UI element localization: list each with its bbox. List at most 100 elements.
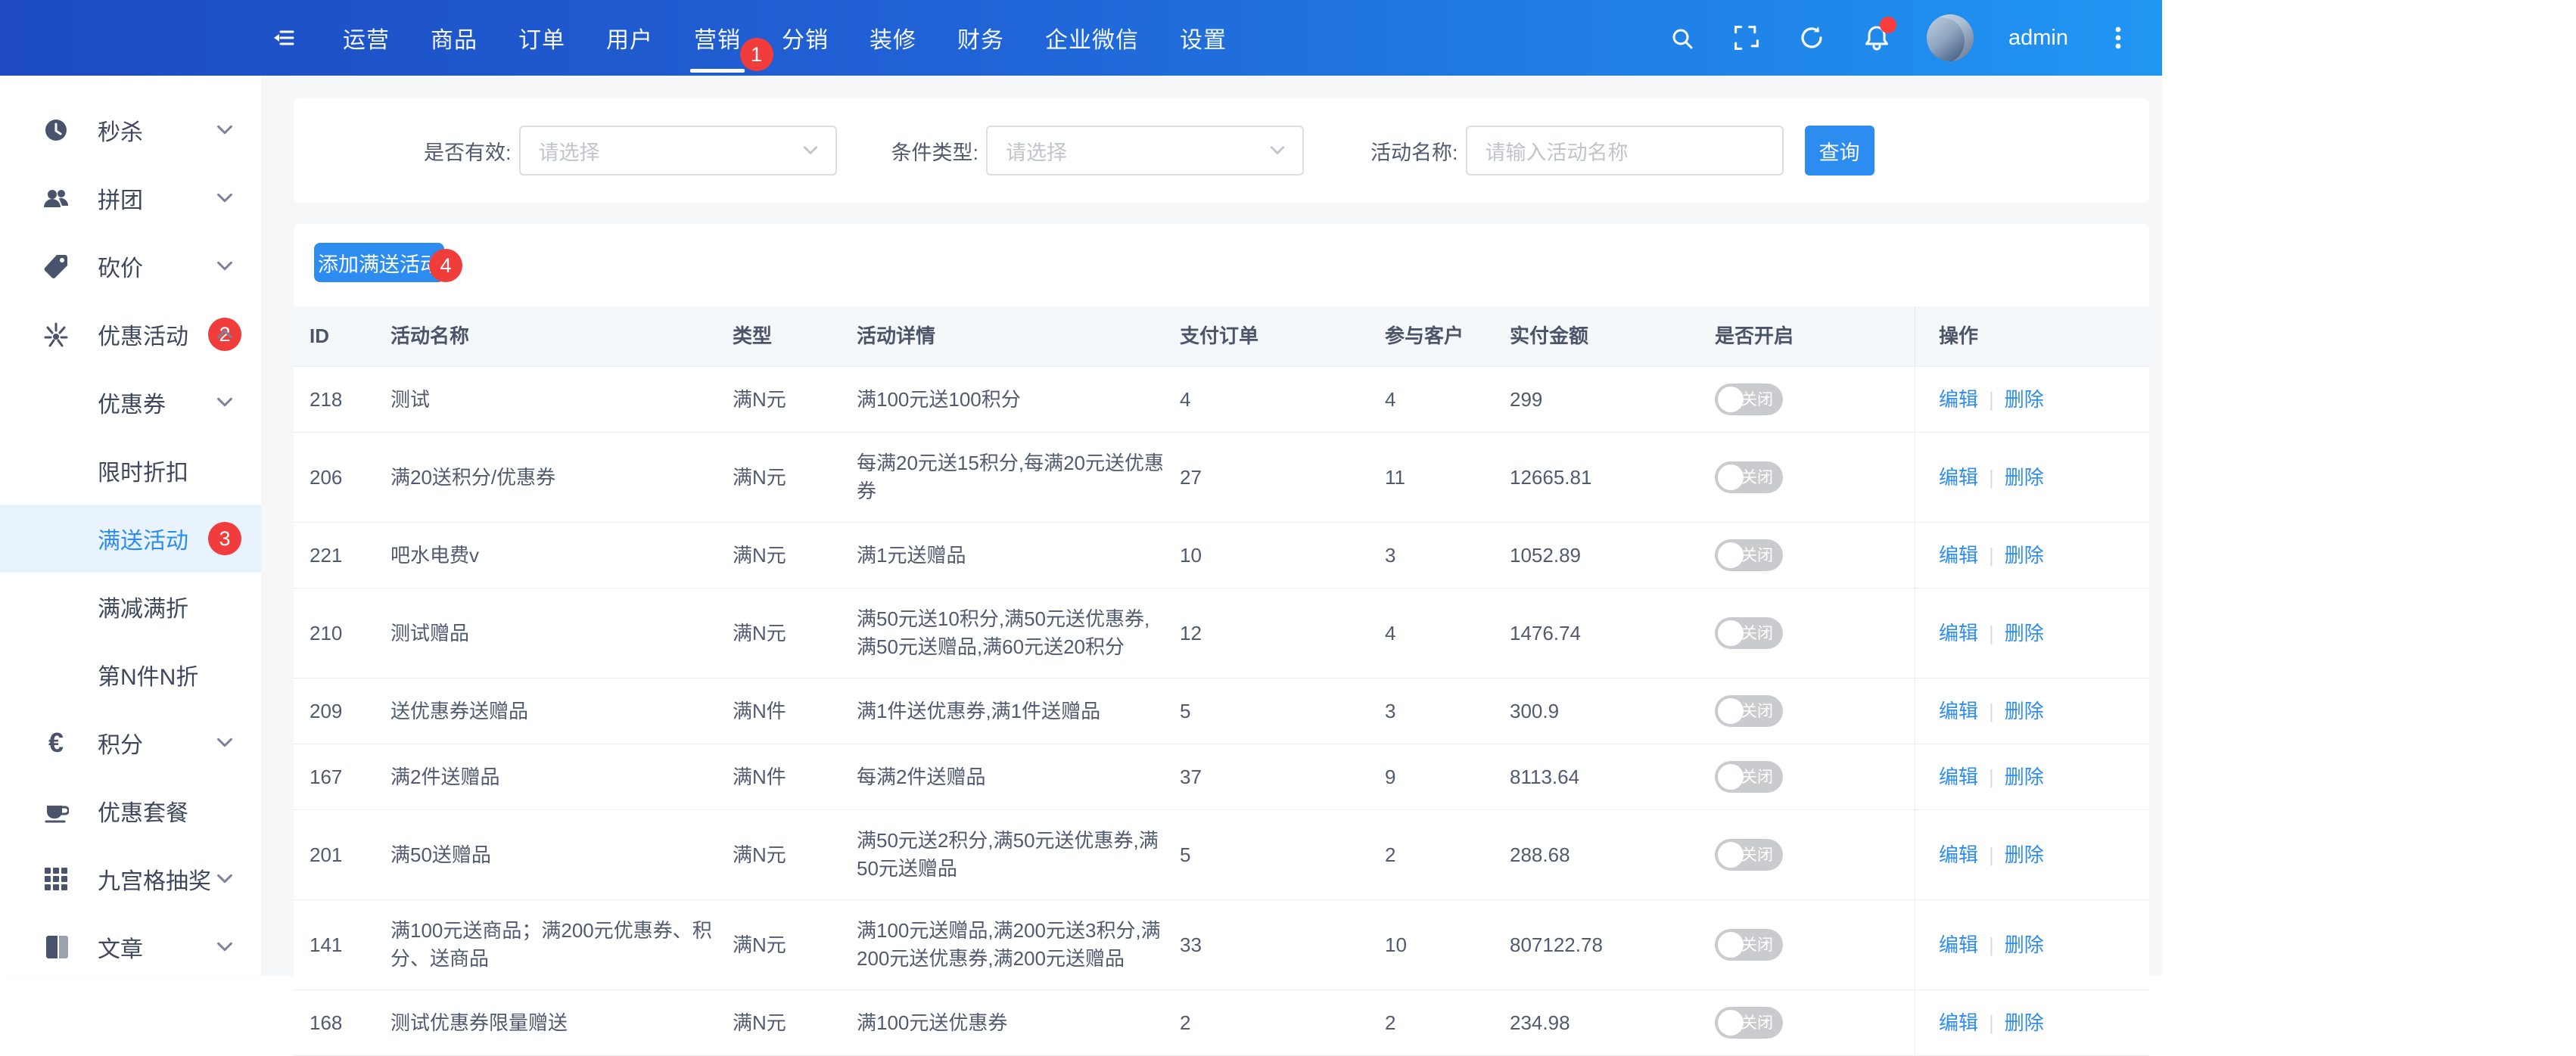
condition-select[interactable]: 请选择 bbox=[986, 126, 1305, 175]
toggle-label: 关闭 bbox=[1741, 468, 1773, 486]
cell-toggle: 关闭 bbox=[1715, 445, 1915, 510]
refresh-icon[interactable] bbox=[1797, 23, 1827, 53]
delete-link[interactable]: 删除 bbox=[2005, 763, 2044, 791]
edit-link[interactable]: 编辑 bbox=[1939, 1009, 1978, 1037]
sidebar-item-优惠活动[interactable]: 优惠活动 2 bbox=[0, 300, 261, 368]
cell-details: 满50元送10积分,满50元送优惠券,满50元送赠品,满60元送20积分 bbox=[857, 607, 1150, 658]
sidebar-item-秒杀[interactable]: 秒杀 bbox=[0, 96, 261, 164]
enabled-toggle[interactable]: 关闭 bbox=[1715, 1007, 1783, 1039]
delete-link[interactable]: 删除 bbox=[2005, 931, 2044, 959]
nav-item-装修[interactable]: 装修 bbox=[849, 0, 937, 76]
enabled-toggle[interactable]: 关闭 bbox=[1715, 617, 1783, 649]
delete-link[interactable]: 删除 bbox=[2005, 697, 2044, 725]
delete-link[interactable]: 删除 bbox=[2005, 542, 2044, 570]
nav-item-企业微信[interactable]: 企业微信 bbox=[1025, 0, 1159, 76]
nav-item-商品[interactable]: 商品 bbox=[410, 0, 498, 76]
toggle-knob bbox=[1718, 698, 1744, 724]
avatar[interactable] bbox=[1927, 14, 1974, 61]
filter-bar: 是否有效: 请选择 条件类型: 请选择 活动名称: 请输入活动名称 查询 bbox=[294, 98, 2149, 203]
enabled-toggle[interactable]: 关闭 bbox=[1715, 761, 1783, 793]
cell-id: 210 bbox=[310, 621, 343, 644]
nav-item-运营[interactable]: 运营 bbox=[322, 0, 410, 76]
delete-link[interactable]: 删除 bbox=[2005, 1009, 2044, 1037]
nav-item-用户[interactable]: 用户 bbox=[586, 0, 674, 76]
table-row: 167 满2件送赠品 满N件 每满2件送赠品 37 9 8113.64 关闭 编 bbox=[294, 744, 2149, 810]
nav-item-设置[interactable]: 设置 bbox=[1159, 0, 1247, 76]
cell-actions: 编辑 | 删除 bbox=[1915, 990, 2149, 1055]
activity-name-placeholder: 请输入活动名称 bbox=[1485, 141, 1629, 164]
sidebar-item-砍价[interactable]: 砍价 bbox=[0, 232, 261, 300]
toggle-label: 关闭 bbox=[1741, 390, 1773, 408]
sidebar-item-优惠券[interactable]: 优惠券 bbox=[0, 368, 261, 436]
delete-link[interactable]: 删除 bbox=[2005, 386, 2044, 414]
edit-link[interactable]: 编辑 bbox=[1939, 542, 1978, 570]
table-row: 201 满50送赠品 满N元 满50元送2积分,满50元送优惠券,满50元送赠品… bbox=[294, 810, 2149, 900]
sidebar-item-限时折扣[interactable]: 限时折扣 bbox=[0, 436, 261, 505]
sidebar-item-label: 砍价 bbox=[98, 256, 143, 281]
chevron-down-icon bbox=[214, 188, 235, 209]
edit-link[interactable]: 编辑 bbox=[1939, 464, 1978, 492]
table-row: 168 测试优惠券限量赠送 满N元 满100元送优惠券 2 2 234.98 关… bbox=[294, 990, 2149, 1056]
notifications-bell-icon[interactable] bbox=[1862, 17, 1896, 53]
enabled-toggle[interactable]: 关闭 bbox=[1715, 839, 1783, 871]
toggle-label: 关闭 bbox=[1741, 546, 1773, 564]
nav-item-订单[interactable]: 订单 bbox=[498, 0, 586, 76]
more-menu-icon[interactable] bbox=[2103, 23, 2133, 53]
sidebar-item-拼团[interactable]: 拼团 bbox=[0, 164, 261, 232]
enabled-toggle[interactable]: 关闭 bbox=[1715, 461, 1783, 493]
sidebar-item-满减满折[interactable]: 满减满折 bbox=[0, 573, 261, 641]
cell-id: 221 bbox=[310, 543, 343, 567]
query-button[interactable]: 查询 bbox=[1804, 126, 1874, 175]
fullscreen-icon[interactable] bbox=[1731, 23, 1762, 53]
sidebar-item-积分[interactable]: € 积分 bbox=[0, 709, 261, 777]
sidebar-item-label: 满送活动 bbox=[98, 529, 188, 554]
cell-id: 218 bbox=[310, 387, 343, 411]
valid-select[interactable]: 请选择 bbox=[518, 126, 837, 175]
cell-customers: 4 bbox=[1385, 621, 1396, 644]
sidebar-item-label: 文章 bbox=[98, 937, 143, 962]
nav-item-label: 装修 bbox=[870, 28, 916, 53]
delete-link[interactable]: 删除 bbox=[2005, 841, 2044, 869]
nav-item-财务[interactable]: 财务 bbox=[937, 0, 1025, 76]
edit-link[interactable]: 编辑 bbox=[1939, 763, 1978, 791]
toggle-knob bbox=[1718, 1010, 1744, 1036]
nav-item-分销[interactable]: 分销 bbox=[761, 0, 849, 76]
username[interactable]: admin bbox=[2008, 26, 2068, 51]
edit-link[interactable]: 编辑 bbox=[1939, 931, 1978, 959]
edit-link[interactable]: 编辑 bbox=[1939, 697, 1978, 725]
add-activity-button[interactable]: 添加满送活动 4 bbox=[314, 243, 462, 282]
activity-name-input[interactable]: 请输入活动名称 bbox=[1465, 126, 1784, 175]
enabled-toggle[interactable]: 关闭 bbox=[1715, 929, 1783, 961]
table-row: 221 吧水电费v 满N元 满1元送赠品 10 3 1052.89 关闭 编辑 bbox=[294, 523, 2149, 589]
table-row: 206 满20送积分/优惠券 满N元 每满20元送15积分,每满20元送优惠券 … bbox=[294, 433, 2149, 523]
sidebar-item-文章[interactable]: 文章 bbox=[0, 913, 261, 981]
edit-link[interactable]: 编辑 bbox=[1939, 386, 1978, 414]
top-navbar: 运营 商品 订单 用户 营销 1 分销 装修 财务 企业微信 设置 admin bbox=[0, 0, 2162, 76]
sidebar-item-第N件N折[interactable]: 第N件N折 bbox=[0, 641, 261, 709]
euro-icon: € bbox=[48, 727, 64, 758]
collapse-menu-icon[interactable] bbox=[266, 0, 300, 76]
cell-id: 201 bbox=[310, 843, 343, 866]
users-icon bbox=[42, 184, 70, 213]
enabled-toggle[interactable]: 关闭 bbox=[1715, 539, 1783, 571]
cell-type: 满N元 bbox=[733, 843, 786, 866]
sidebar-item-优惠套餐[interactable]: 优惠套餐 bbox=[0, 777, 261, 845]
cell-customers: 3 bbox=[1385, 543, 1396, 567]
edit-link[interactable]: 编辑 bbox=[1939, 620, 1978, 648]
toggle-label: 关闭 bbox=[1741, 702, 1773, 720]
enabled-toggle[interactable]: 关闭 bbox=[1715, 384, 1783, 415]
delete-link[interactable]: 删除 bbox=[2005, 464, 2044, 492]
chevron-down-icon bbox=[214, 868, 235, 890]
nav-item-营销[interactable]: 营销 1 bbox=[674, 0, 773, 76]
delete-link[interactable]: 删除 bbox=[2005, 620, 2044, 648]
toggle-knob bbox=[1718, 464, 1744, 490]
cell-amount: 288.68 bbox=[1510, 843, 1570, 866]
search-icon[interactable] bbox=[1666, 23, 1697, 53]
cell-orders: 5 bbox=[1180, 843, 1191, 866]
enabled-toggle[interactable]: 关闭 bbox=[1715, 695, 1783, 727]
chevron-down-icon bbox=[214, 120, 235, 141]
sidebar-item-九宫格抽奖[interactable]: 九宫格抽奖 bbox=[0, 845, 261, 913]
sidebar-item-满送活动[interactable]: 满送活动 3 bbox=[0, 505, 261, 573]
navbar-actions: admin bbox=[1666, 14, 2162, 61]
edit-link[interactable]: 编辑 bbox=[1939, 841, 1978, 869]
